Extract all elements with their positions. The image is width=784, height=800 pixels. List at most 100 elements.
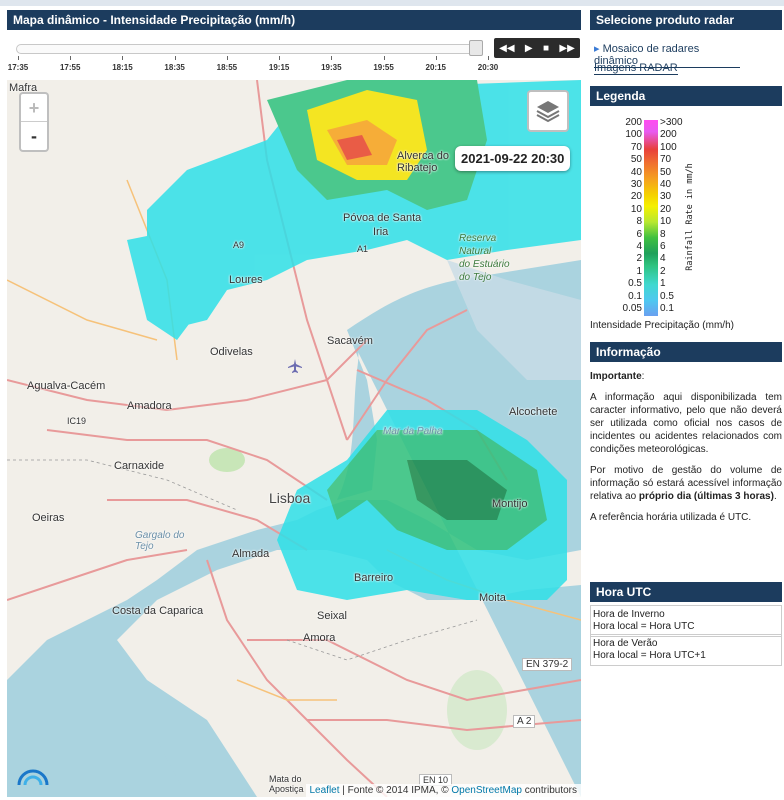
- airport-icon: [288, 359, 302, 373]
- stop-button[interactable]: ■: [543, 43, 549, 54]
- legend-header-title: Legenda: [596, 89, 646, 103]
- timeline-slider[interactable]: [16, 44, 482, 54]
- legend-scale: 200 100 70 50 40 30 20 10 8 6 4 2 1 0.5 0.1 0.05 >300 20…: [618, 118, 708, 318]
- place-alverca: Alverca do Ribatejo: [397, 150, 449, 174]
- osm-link[interactable]: OpenStreetMap: [451, 785, 522, 796]
- legend-right-label: 0.1: [660, 303, 674, 314]
- place-sacavem: Sacavém: [327, 335, 373, 347]
- timeline-tick-label[interactable]: 18:35: [160, 63, 190, 72]
- map-timestamp: 2021-09-22 20:30: [455, 146, 571, 171]
- arrow-right-icon: ▸: [594, 43, 600, 55]
- legend-axis-label: Rainfall Rate in mm/h: [685, 163, 695, 271]
- legend-left-label: 40: [630, 166, 642, 178]
- timeline-tick-label[interactable]: 17:55: [55, 63, 85, 72]
- utc-header-title: Hora UTC: [596, 585, 652, 599]
- product-header-title: Selecione produto radar: [596, 13, 735, 27]
- place-agualva-cacem: Agualva-Cacém: [27, 380, 106, 392]
- map-panel-title: Mapa dinâmico - Intensidade Precipitação…: [13, 13, 296, 27]
- timeline-tick: [226, 56, 228, 60]
- road-label-a1: A1: [357, 244, 369, 254]
- timeline-tick-label[interactable]: 19:15: [264, 63, 294, 72]
- timeline-tick-label[interactable]: 19:55: [369, 63, 399, 72]
- legend-left-label: 100: [625, 129, 642, 141]
- timeline-tick: [70, 56, 72, 60]
- place-costa-da-caparica: Costa da Caparica: [112, 605, 204, 617]
- place-carnaxide: Carnaxide: [114, 460, 165, 472]
- timeline-tick-label[interactable]: 18:55: [212, 63, 242, 72]
- timeline-tick-label[interactable]: 20:30: [473, 63, 503, 72]
- legend-right-label: 8: [660, 228, 666, 240]
- legend-caption: Intensidade Precipitação (mm/h): [590, 320, 734, 331]
- info-body: Importante: A informação aqui disponibil…: [590, 370, 782, 532]
- info-paragraph-2: Por motivo de gestão do volume de inform…: [590, 464, 782, 503]
- nature-reserve-line-1: Reserva: [459, 233, 497, 244]
- product-link-imagens[interactable]: Imagens RADAR: [594, 62, 678, 75]
- place-moita: Moita: [479, 592, 506, 604]
- timeline-tick: [122, 56, 124, 60]
- legend-left-label: 2: [636, 253, 642, 265]
- legend-header: Legenda: [590, 86, 782, 106]
- map-panel-header: Mapa dinâmico - Intensidade Precipitação…: [7, 10, 581, 30]
- legend-left-label: 1: [636, 265, 642, 277]
- place-oeiras: Oeiras: [32, 512, 65, 524]
- play-button[interactable]: ▶: [525, 43, 533, 54]
- winter-time-title: Hora de Inverno: [593, 609, 665, 620]
- timeline-tick-label[interactable]: 19:35: [316, 63, 346, 72]
- zoom-out-button[interactable]: -: [21, 122, 47, 150]
- legend-right-label: 0.5: [660, 290, 674, 302]
- map-attribution: Leaflet | Fonte © 2014 IPMA, © OpenStree…: [305, 784, 581, 797]
- legend-right-label: 100: [660, 141, 677, 153]
- legend-left-label: 0.1: [628, 290, 642, 302]
- legend-left-label: 50: [630, 154, 642, 166]
- place-lisboa: Lisboa: [269, 490, 311, 506]
- place-almada: Almada: [232, 548, 270, 560]
- legend-left-label: 0.5: [628, 278, 642, 290]
- playback-controls: ◀◀ ▶ ■ ▶▶: [494, 38, 580, 58]
- info-header: Informação: [590, 342, 782, 362]
- place-iria: Iria: [373, 226, 389, 238]
- timeline-tick: [331, 56, 333, 60]
- zoom-in-button[interactable]: +: [21, 94, 47, 122]
- summer-time-box: Hora de Verão Hora local = Hora UTC+1: [590, 634, 782, 666]
- attribution-tail: contributors: [521, 785, 577, 796]
- legend-left-label: 6: [636, 228, 642, 240]
- legend-right-label: 4: [660, 253, 666, 265]
- legend-gradient-bar: [644, 120, 658, 316]
- place-povoa: Póvoa de Santa: [343, 212, 422, 224]
- legend-right-label: 200: [660, 129, 677, 141]
- legend-left-label: 30: [630, 179, 642, 190]
- legend-left-label: 10: [630, 203, 642, 215]
- place-amora: Amora: [303, 632, 336, 644]
- layers-icon: [536, 101, 560, 123]
- legend-right-label: 2: [660, 265, 666, 277]
- layers-button[interactable]: [527, 90, 569, 132]
- legend-left-label: 4: [636, 241, 642, 252]
- winter-time-box: Hora de Inverno Hora local = Hora UTC: [590, 605, 782, 637]
- nature-reserve-label: Reserva Natural do Estuário do Tejo: [459, 232, 510, 284]
- radar-map[interactable]: Mafra Loures Sacavém Odivelas Agualva-Ca…: [7, 80, 581, 797]
- info-p2-end: .: [773, 491, 777, 502]
- timeline-tick-label[interactable]: 17:35: [3, 63, 33, 72]
- place-seixal: Seixal: [317, 610, 347, 622]
- info-p2-bold: próprio dia (últimas 3 horas): [638, 491, 774, 502]
- leaflet-link[interactable]: Leaflet: [310, 785, 340, 796]
- timeline-tick-label[interactable]: 18:15: [107, 63, 137, 72]
- info-header-title: Informação: [596, 345, 661, 359]
- road-label-ic19: IC19: [67, 416, 87, 426]
- legend-right-label: 6: [660, 241, 666, 252]
- fast-forward-button[interactable]: ▶▶: [559, 43, 574, 54]
- legend-left-label: 8: [636, 216, 642, 228]
- place-barreiro: Barreiro: [354, 572, 394, 584]
- legend-left-label: 20: [630, 191, 642, 203]
- legend-right-label: 10: [660, 216, 672, 228]
- timeline-tick-label[interactable]: 20:15: [421, 63, 451, 72]
- ipma-logo-icon: [17, 769, 49, 786]
- timeline-slider-thumb[interactable]: [469, 40, 483, 56]
- timeline-tick: [279, 56, 281, 60]
- nature-reserve-line-4: do Tejo: [459, 272, 492, 283]
- map-base: [7, 80, 581, 797]
- info-important-colon: :: [641, 371, 645, 382]
- rewind-button[interactable]: ◀◀: [499, 43, 514, 54]
- legend-left-label: 70: [630, 141, 642, 153]
- timeline-tick: [435, 56, 437, 60]
